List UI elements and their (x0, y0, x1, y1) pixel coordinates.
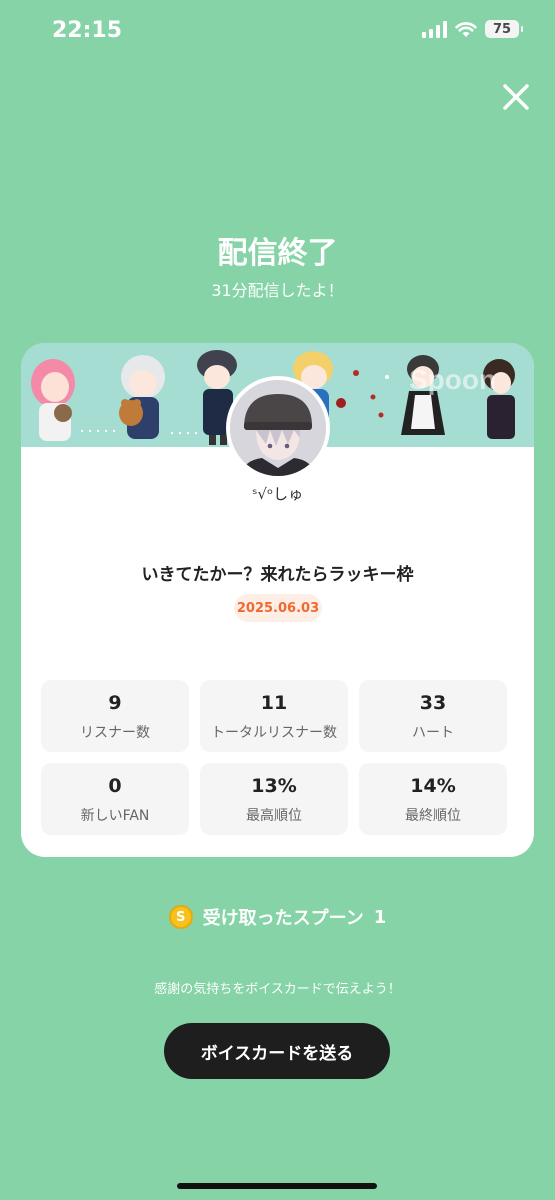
avatar[interactable] (226, 376, 330, 480)
stream-title: いきてたかー？来れたらラッキー枠 (141, 565, 414, 585)
signal-icon (422, 20, 447, 38)
close-button[interactable] (501, 82, 531, 112)
broadcast-summary-card: Spoon ˢ√ᵒしゅ いきてたかー？来れたらラッキー枠 2025.06.03 (21, 343, 534, 857)
spoons-received: S 受け取ったスプーン 1 (0, 904, 555, 930)
status-time: 22:15 (52, 18, 123, 43)
spoons-count: 1 (373, 906, 387, 928)
stat-label: リスナー数 (80, 725, 150, 741)
stat-value: 33 (419, 692, 447, 714)
stat-value: 14% (410, 775, 456, 797)
stat-label: トータルリスナー数 (211, 725, 337, 741)
send-voice-card-button[interactable]: ボイスカードを送る (164, 1023, 390, 1079)
date-badge: 2025.06.03 (234, 594, 322, 622)
stat-final-rank: 14% 最終順位 (359, 763, 507, 835)
stat-label: 最終順位 (405, 808, 461, 824)
stat-value: 13% (251, 775, 297, 797)
spoon-logo: Spoon (409, 364, 496, 395)
status-icons: 75 (422, 20, 523, 38)
stat-value: 0 (108, 775, 122, 797)
stat-value: 11 (260, 692, 288, 714)
home-indicator (177, 1183, 377, 1189)
avatar-illustration (230, 380, 326, 476)
page-title: 配信終了 (217, 236, 338, 271)
stat-label: 新しいFAN (80, 808, 150, 824)
stat-label: ハート (412, 725, 454, 741)
broadcast-duration: 31分配信したよ！ (211, 281, 344, 300)
stat-total-listeners: 11 トータルリスナー数 (200, 680, 348, 752)
battery-indicator: 75 (485, 20, 523, 38)
stat-listeners: 9 リスナー数 (41, 680, 189, 752)
stat-hearts: 33 ハート (359, 680, 507, 752)
close-icon (503, 84, 529, 110)
wifi-icon (455, 21, 477, 37)
stat-new-fans: 0 新しいFAN (41, 763, 189, 835)
username: ˢ√ᵒしゅ (251, 485, 304, 503)
spoons-label: 受け取ったスプーン (202, 908, 364, 929)
stat-value: 9 (108, 692, 122, 714)
stat-highest-rank: 13% 最高順位 (200, 763, 348, 835)
voice-card-prompt: 感謝の気持ちをボイスカードで伝えよう！ (154, 982, 401, 997)
stat-label: 最高順位 (246, 808, 302, 824)
stream-end-screen: 22:15 75 配信終了 31分配信したよ！ Spoon ˢ√ᵒしゅ いきてた… (0, 0, 555, 1200)
spoon-coin-icon: S (168, 905, 193, 929)
